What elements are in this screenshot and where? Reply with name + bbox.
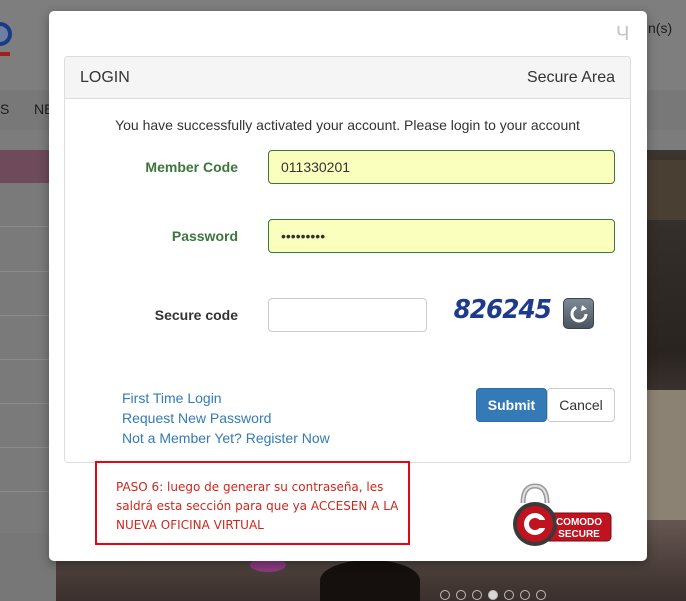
comodo-secure-badge: COMODO SECURE: [513, 483, 612, 546]
panel-header: LOGIN Secure Area: [65, 57, 630, 99]
carousel-indicators: [440, 590, 546, 600]
sidebar-divider: [0, 271, 56, 272]
carousel-dot: [504, 590, 514, 600]
cancel-button[interactable]: Cancel: [547, 388, 615, 422]
background-sidebar: [0, 183, 56, 533]
secure-code-label: Secure code: [154, 307, 238, 323]
refresh-icon: [570, 305, 588, 323]
secure-label: SECURE: [558, 529, 600, 540]
sidebar-divider: [0, 403, 56, 404]
instruction-annotation: PASO 6: luego de generar su contraseña, …: [95, 461, 410, 545]
sidebar-divider: [0, 226, 56, 227]
nav-item: S: [0, 101, 10, 117]
refresh-captcha-button[interactable]: [563, 298, 594, 329]
sidebar-divider: [0, 491, 56, 492]
annotation-text: PASO 6: luego de generar su contraseña, …: [116, 480, 399, 532]
login-panel: LOGIN Secure Area You have successfully …: [64, 56, 631, 463]
submit-button[interactable]: Submit: [476, 388, 547, 422]
panel-title: LOGIN: [80, 69, 130, 86]
member-code-input[interactable]: [268, 150, 615, 184]
carousel-dot: [472, 590, 482, 600]
signin-link: n(s): [648, 20, 673, 36]
sidebar-divider: [0, 315, 56, 316]
secure-area-label: Secure Area: [526, 69, 615, 86]
sidebar-divider: [0, 447, 56, 448]
sidebar-divider: [0, 359, 56, 360]
carousel-dot: [456, 590, 466, 600]
carousel-image-detail: [646, 160, 686, 220]
background-footer: [0, 533, 56, 601]
carousel-dot: [520, 590, 530, 600]
success-message: You have successfully activated your acc…: [115, 117, 580, 133]
carousel-dot: [440, 590, 450, 600]
login-modal: Ч LOGIN Secure Area You have successfull…: [49, 11, 647, 561]
comodo-label: COMODO: [556, 517, 602, 528]
member-code-label: Member Code: [145, 159, 238, 175]
password-label: Password: [171, 228, 238, 244]
carousel-image-detail: [320, 560, 420, 601]
carousel-dot: [536, 590, 546, 600]
request-new-password-link[interactable]: Request New Password: [122, 410, 271, 426]
site-logo-bar: [0, 52, 10, 56]
first-time-login-link[interactable]: First Time Login: [122, 390, 222, 406]
carousel-dot: [488, 590, 498, 600]
register-link[interactable]: Not a Member Yet? Register Now: [122, 430, 330, 446]
password-input[interactable]: [268, 219, 615, 253]
captcha-image: 826245: [453, 295, 552, 325]
close-icon[interactable]: Ч: [616, 24, 629, 44]
secure-code-input[interactable]: [268, 298, 427, 332]
